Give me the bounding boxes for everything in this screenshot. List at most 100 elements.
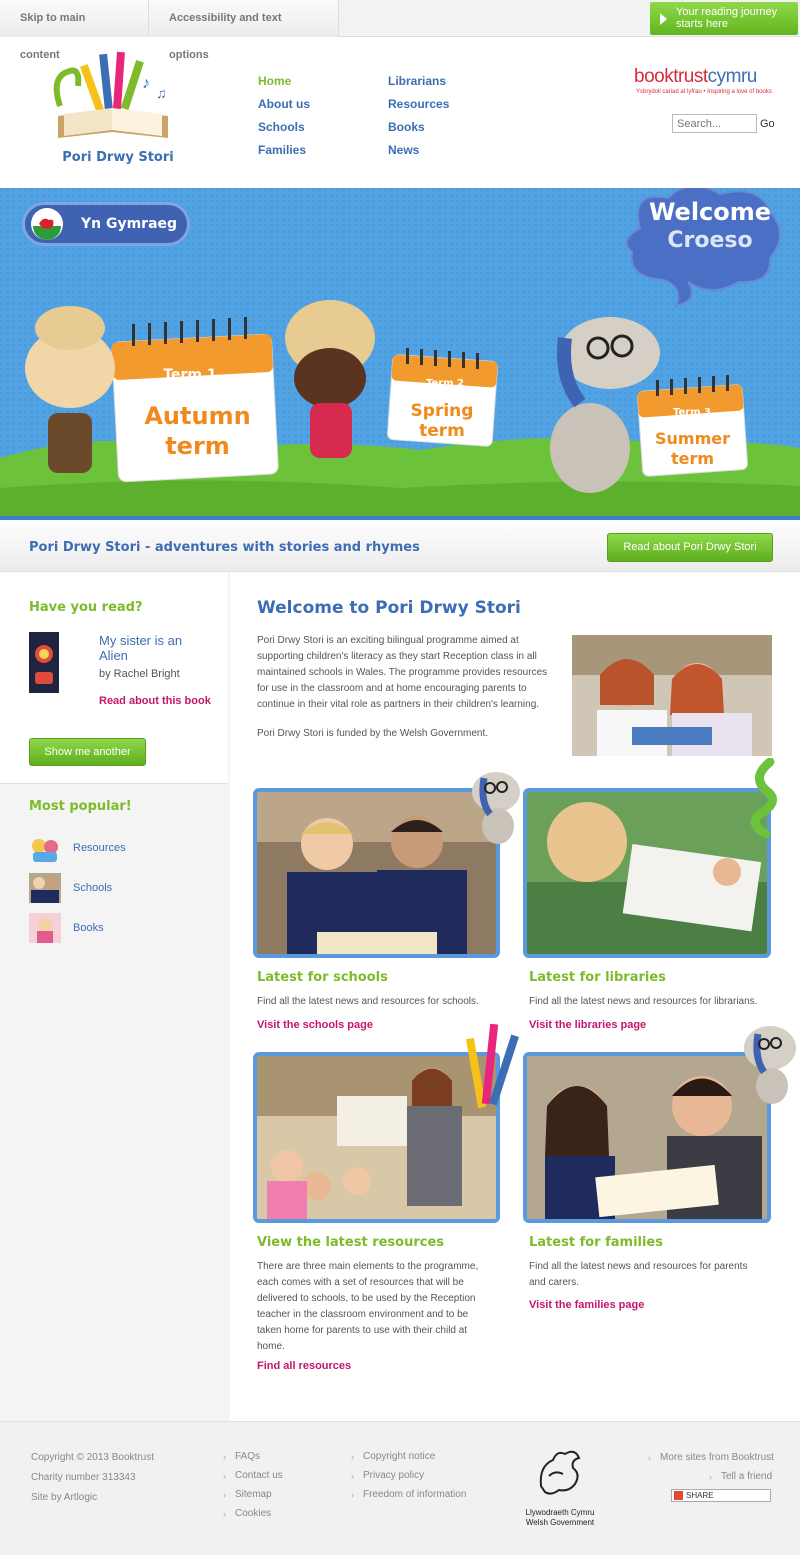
book-title-link[interactable]: My sister is an Alien	[99, 633, 182, 663]
resources-heading: View the latest resources	[257, 1235, 445, 1250]
search-go-button[interactable]: Go	[760, 118, 775, 130]
intro-photo	[572, 635, 772, 756]
schools-text: Find all the latest news and resources f…	[257, 996, 479, 1007]
intro-line: supporting children's literacy as they s…	[257, 651, 537, 662]
reading-journey-button[interactable]: Your reading journey starts here	[650, 2, 798, 35]
welsh-language-button[interactable]: Yn Gymraeg	[22, 202, 190, 246]
logo-text: Pori Drwy Stori	[62, 150, 174, 165]
schools-page-link[interactable]: Visit the schools page	[257, 1019, 373, 1031]
nav-schools[interactable]: Schools	[258, 120, 305, 134]
open-book-pencils-icon: ♪ ♫	[53, 51, 168, 138]
libraries-photo[interactable]	[523, 788, 771, 958]
pori-drwy-stori-logo[interactable]: ♪ ♫ Pori Drwy Stori	[50, 46, 180, 170]
families-paragraph: Find all the latest news and resources f…	[529, 1259, 769, 1291]
footer-foi-label: Freedom of information	[363, 1489, 467, 1500]
strapline-text: Pori Drwy Stori - adventures with storie…	[29, 540, 420, 555]
footer-cookies-link[interactable]: › Cookies	[223, 1508, 271, 1519]
read-about-button[interactable]: Read about Pori Drwy Stori	[607, 533, 773, 562]
footer-foi-link[interactable]: › Freedom of information	[351, 1489, 466, 1500]
more-sites-link[interactable]: › More sites from Booktrust	[648, 1452, 774, 1463]
resources-line: home.	[257, 1341, 285, 1352]
have-you-read-heading: Have you read?	[29, 600, 143, 615]
footer-privacy-label: Privacy policy	[363, 1470, 425, 1481]
popular-schools-label: Schools	[73, 882, 113, 894]
arrow-right-icon	[660, 13, 667, 25]
cymru-text: cymru	[707, 66, 758, 87]
search-input[interactable]	[672, 114, 757, 133]
nav-books[interactable]: Books	[388, 120, 425, 134]
nav-home[interactable]: Home	[258, 74, 291, 88]
copyright-text: Copyright © 2013 Booktrust	[31, 1452, 154, 1463]
book-title-line2: Alien	[99, 648, 128, 663]
footer-sitemap-label: Sitemap	[235, 1489, 272, 1500]
welsh-dragon-icon	[31, 208, 63, 240]
gov-name-welsh: Llywodraeth Cymru	[525, 1508, 595, 1517]
share-button[interactable]: SHARE	[671, 1489, 771, 1502]
chevron-right-icon: ›	[351, 1490, 354, 1500]
schools-thumbnail-icon	[29, 873, 61, 903]
chevron-right-icon: ›	[223, 1509, 226, 1519]
nav-families[interactable]: Families	[258, 143, 306, 157]
footer-sitemap-link[interactable]: › Sitemap	[223, 1489, 272, 1500]
book-cover-image[interactable]	[29, 632, 59, 693]
term2-name-line2: term	[419, 421, 465, 441]
schools-photo[interactable]	[253, 788, 500, 958]
journey-line-1: Your reading journey	[676, 6, 778, 18]
libraries-text: Find all the latest news and resources f…	[529, 996, 758, 1007]
site-by-link[interactable]: Site by Artlogic	[31, 1492, 97, 1503]
families-heading: Latest for families	[529, 1235, 663, 1250]
nav-about-us[interactable]: About us	[258, 97, 310, 111]
footer-copyright-notice-link[interactable]: › Copyright notice	[351, 1451, 435, 1462]
resources-paragraph: There are three main elements to the pro…	[257, 1259, 497, 1355]
pencils-mascot-icon	[465, 1023, 519, 1109]
resources-line: each comes with a set of resources that …	[257, 1277, 464, 1288]
funded-text: Pori Drwy Stori is funded by the Welsh G…	[257, 728, 489, 739]
footer-cookies-label: Cookies	[235, 1508, 272, 1519]
share-label: SHARE	[686, 1491, 714, 1500]
tell-a-friend-link[interactable]: › Tell a friend	[709, 1471, 772, 1482]
families-photo[interactable]	[523, 1052, 771, 1223]
intro-line: continue in their vital role as partners…	[257, 699, 540, 710]
footer-faqs-link[interactable]: › FAQs	[223, 1451, 260, 1462]
popular-books-label: Books	[73, 922, 104, 934]
footer-contact-label: Contact us	[235, 1470, 283, 1481]
intro-line: for use in the classroom and at home enc…	[257, 683, 527, 694]
sidebar-divider	[0, 783, 228, 784]
intro-paragraph: Pori Drwy Stori is an exciting bilingual…	[257, 633, 567, 713]
footer-contact-link[interactable]: › Contact us	[223, 1470, 283, 1481]
booktrust-cymru-logo[interactable]: booktrustcymru	[634, 66, 757, 88]
footer-privacy-link[interactable]: › Privacy policy	[351, 1470, 424, 1481]
charity-number: Charity number 313343	[31, 1472, 136, 1483]
accessibility-options-link[interactable]: Accessibility and text options	[149, 0, 339, 61]
page-title: Welcome to Pori Drwy Stori	[257, 598, 521, 618]
show-me-another-button[interactable]: Show me another	[29, 738, 146, 766]
term3-name-line1: Summer	[655, 429, 730, 448]
skip-to-content-link[interactable]: Skip to main content	[0, 0, 149, 61]
chevron-right-icon: ›	[223, 1452, 226, 1462]
term2-name-line1: Spring	[410, 401, 474, 421]
croeso-text: Croeso	[667, 228, 753, 253]
nav-librarians[interactable]: Librarians	[388, 74, 446, 88]
term3-tab: Term 3	[672, 407, 712, 418]
libraries-heading: Latest for libraries	[529, 970, 666, 985]
intro-line: Pori Drwy Stori is an exciting bilingual…	[257, 635, 519, 646]
resources-line: delivered to schools, to be used by the …	[257, 1293, 476, 1304]
nav-resources[interactable]: Resources	[388, 97, 449, 111]
libraries-page-link[interactable]: Visit the libraries page	[529, 1019, 646, 1031]
find-resources-link[interactable]: Find all resources	[257, 1360, 351, 1372]
resources-line: taken home for parents to use with their…	[257, 1325, 468, 1336]
term1-tab: Term 1	[163, 367, 217, 383]
green-dragon-mascot-icon	[750, 758, 777, 838]
families-page-link[interactable]: Visit the families page	[529, 1299, 644, 1311]
book-title-line1: My sister is an	[99, 633, 183, 648]
term3-name-line2: term	[670, 449, 715, 468]
families-line: Find all the latest news and resources f…	[529, 1261, 748, 1272]
nav-news[interactable]: News	[388, 143, 419, 157]
unicorn-mascot-icon	[472, 772, 520, 844]
tell-a-friend-label: Tell a friend	[721, 1471, 773, 1482]
most-popular-heading: Most popular!	[29, 799, 132, 814]
journey-line-2: starts here	[676, 18, 728, 30]
read-about-book-link[interactable]: Read about this book	[99, 695, 211, 707]
books-thumbnail-icon	[29, 913, 61, 943]
booktrust-tagline: Ysbrydoli cariad at lyfrau • Inspiring a…	[636, 89, 772, 95]
